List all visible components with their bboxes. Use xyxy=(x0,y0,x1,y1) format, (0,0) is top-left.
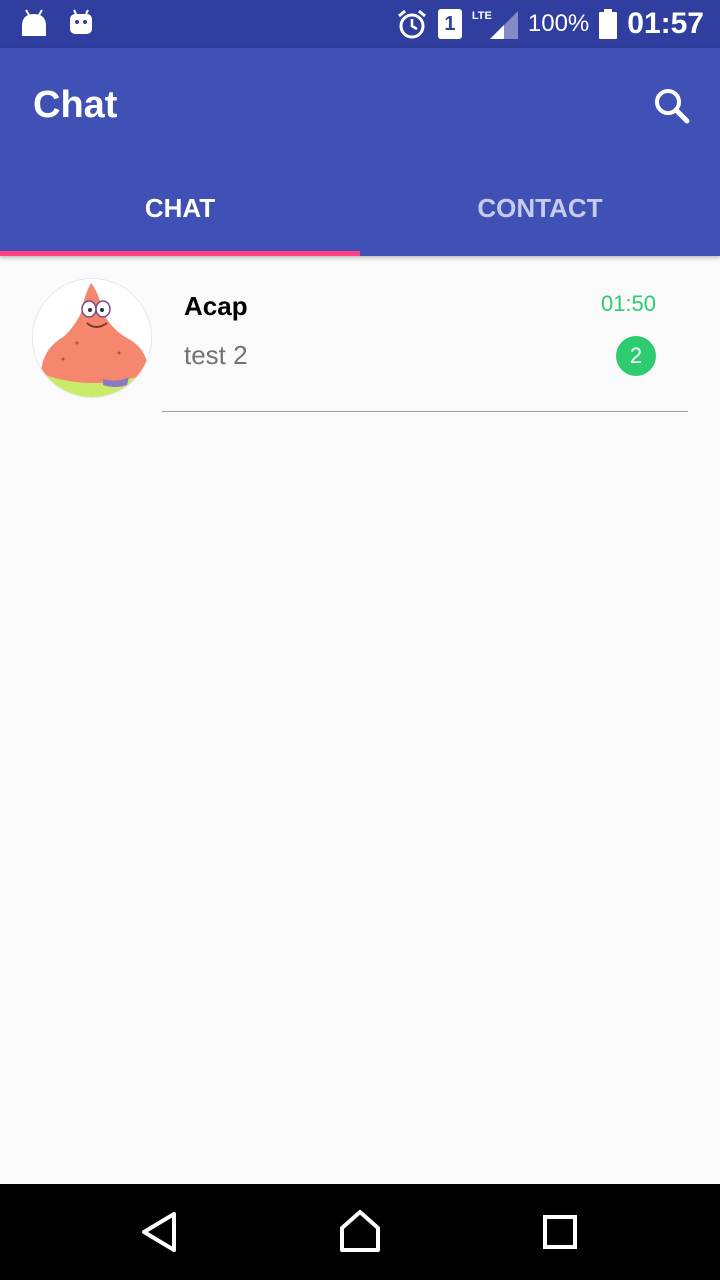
android-icon xyxy=(22,9,46,36)
sim-slot-label: 1 xyxy=(444,12,456,35)
status-clock: 01:57 xyxy=(627,7,704,40)
unread-count-badge: 2 xyxy=(616,336,656,376)
app-bar: Chat CHAT CONTACT xyxy=(0,48,720,256)
signal-icon xyxy=(489,11,518,39)
home-icon xyxy=(340,1210,380,1252)
battery-percent: 100% xyxy=(527,10,590,37)
avatar xyxy=(32,278,152,398)
recents-icon xyxy=(543,1215,577,1249)
alarm-icon xyxy=(397,9,426,39)
contact-name: Acap xyxy=(184,291,248,321)
status-indicators: 1 LTE 100% 01:57 xyxy=(396,0,704,48)
navigation-bar xyxy=(0,1184,720,1280)
tab-contact-label: CONTACT xyxy=(477,192,603,223)
search-button[interactable] xyxy=(648,82,696,130)
tab-chat-label: CHAT xyxy=(144,192,216,223)
back-button[interactable] xyxy=(136,1208,184,1256)
status-notifications xyxy=(20,8,94,38)
tab-contact[interactable]: CONTACT xyxy=(360,160,720,256)
search-icon xyxy=(655,89,690,124)
page-title: Chat xyxy=(33,84,118,126)
unread-count: 2 xyxy=(629,343,643,368)
tab-chat[interactable]: CHAT xyxy=(0,160,360,256)
home-button[interactable] xyxy=(336,1208,384,1256)
back-icon xyxy=(142,1212,176,1252)
recents-button[interactable] xyxy=(536,1208,584,1256)
message-time: 01:50 xyxy=(600,291,656,316)
list-item[interactable]: Acap test 2 01:50 2 xyxy=(0,256,720,412)
last-message: test 2 xyxy=(184,340,248,370)
network-type-label: LTE xyxy=(471,9,492,22)
divider xyxy=(162,411,688,412)
android-debug-icon xyxy=(70,9,92,34)
battery-icon xyxy=(599,9,618,39)
contact-avatar-image xyxy=(33,279,151,397)
status-bar: 1 LTE 100% 01:57 xyxy=(0,0,720,48)
sim-icon: 1 xyxy=(437,9,462,39)
